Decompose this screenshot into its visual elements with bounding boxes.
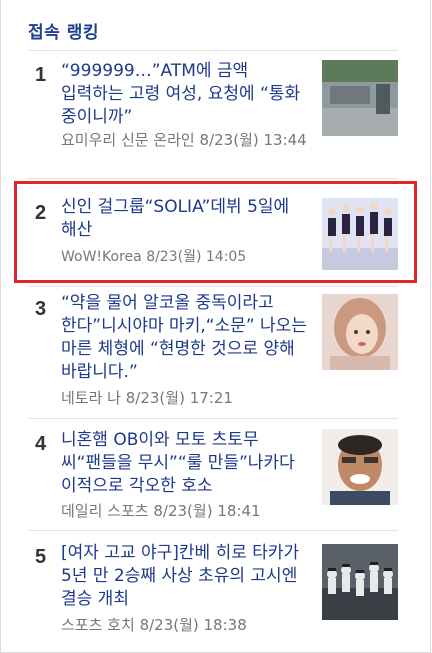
- timestamp: 8/23(월) 18:41: [153, 502, 261, 520]
- meta-line: 네토라 나 8/23(월) 17:21: [61, 387, 321, 410]
- headline-link[interactable]: “999999…”ATM에 금액 입력하는 고령 여성, 요청에 “통화 중이니…: [61, 60, 316, 129]
- section-title: 접속 랭킹: [28, 23, 99, 43]
- divider: [28, 178, 398, 179]
- headline-link[interactable]: “약을 물어 알코올 중독이라고 한다”니시야마 마키,“소문” 나오는 마른 …: [61, 292, 316, 384]
- timestamp: 8/23(월) 13:44: [199, 131, 307, 149]
- headline-link[interactable]: 니혼햄 OB이와 모토 츠토무 씨“팬들을 무시”“룰 만들”나카다 이적으로 …: [61, 429, 316, 498]
- thumbnail-image[interactable]: [322, 429, 398, 505]
- thumbnail-image[interactable]: [322, 60, 398, 136]
- headline-link[interactable]: [여자 고교 야구]칸베 히로 타카가 5년 만 2승째 사상 초유의 고시엔 …: [61, 542, 316, 611]
- divider: [28, 530, 398, 531]
- ranking-item-3[interactable]: 3 “약을 물어 알코올 중독이라고 한다”니시야마 마키,“소문” 나오는 마…: [28, 292, 398, 417]
- ranking-item-1[interactable]: 1 “999999…”ATM에 금액 입력하는 고령 여성, 요청에 “통화 중…: [28, 58, 398, 178]
- source-name: 요미우리 신문 온라인: [61, 131, 195, 149]
- meta-line: 스포츠 호치 8/23(월) 18:38: [61, 614, 321, 637]
- source-name: 데일리 스포츠: [61, 502, 149, 520]
- timestamp: 8/23(월) 17:21: [125, 389, 233, 407]
- highlight-box: [14, 181, 417, 283]
- thumbnail-image[interactable]: [322, 544, 398, 620]
- divider: [28, 50, 398, 51]
- source-name: 스포츠 호치: [61, 616, 135, 634]
- divider: [28, 286, 398, 287]
- source-name: 네토라 나: [61, 389, 121, 407]
- rank-number: 1: [35, 64, 47, 86]
- rank-number: 3: [35, 298, 47, 320]
- divider: [28, 418, 398, 419]
- rank-number: 4: [35, 433, 47, 455]
- meta-line: 데일리 스포츠 8/23(월) 18:41: [61, 500, 321, 523]
- meta-line: 요미우리 신문 온라인 8/23(월) 13:44: [61, 129, 321, 152]
- thumbnail-image[interactable]: [322, 294, 398, 370]
- ranking-item-5[interactable]: 5 [여자 고교 야구]칸베 히로 타카가 5년 만 2승째 사상 초유의 고시…: [28, 538, 398, 648]
- timestamp: 8/23(월) 18:38: [139, 616, 247, 634]
- ranking-item-4[interactable]: 4 니혼햄 OB이와 모토 츠토무 씨“팬들을 무시”“룰 만들”나카다 이적으…: [28, 425, 398, 525]
- rank-number: 5: [35, 546, 47, 568]
